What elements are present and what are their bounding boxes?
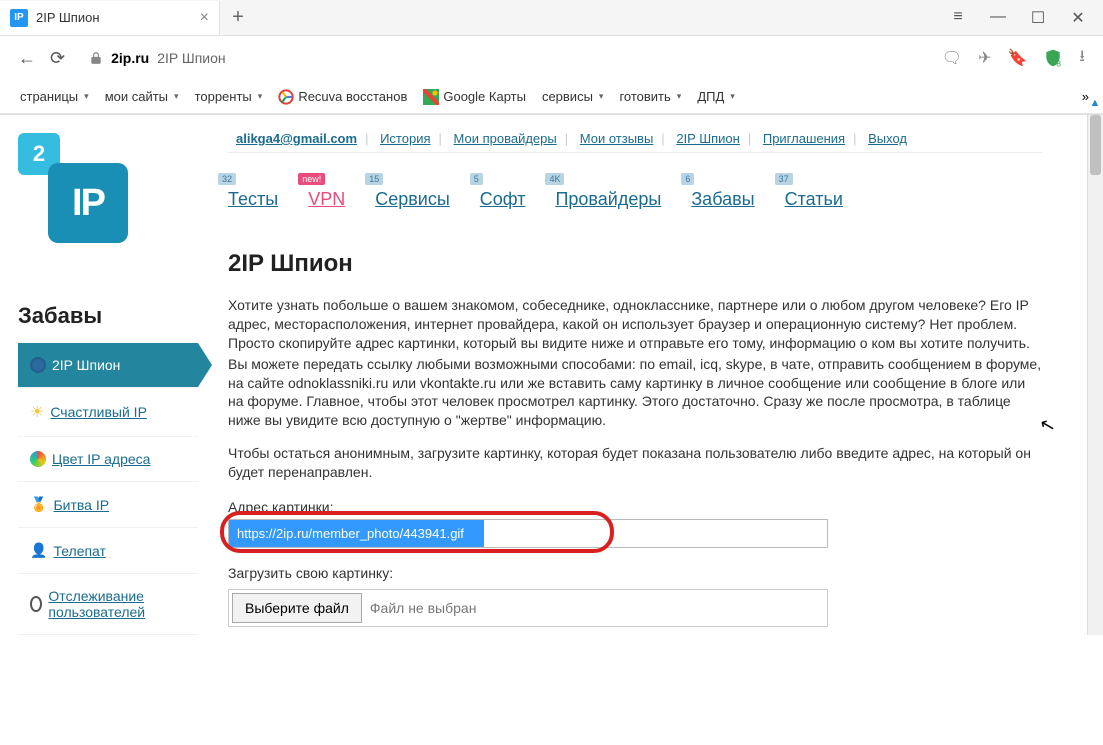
shield-icon[interactable]: 8 <box>1043 48 1063 68</box>
nav-providers[interactable]: Мои провайдеры <box>454 131 557 146</box>
bookmark-icon[interactable]: 🔖 <box>1007 48 1027 68</box>
badge: 4K <box>545 173 564 185</box>
download-icon[interactable]: ⭳ <box>1079 45 1085 72</box>
nav-reviews[interactable]: Мои отзывы <box>580 131 654 146</box>
sun-icon: ☀ <box>30 402 44 422</box>
window-controls: ≡ — ☐ ✕ <box>933 8 1103 28</box>
new-tab-button[interactable]: + <box>220 6 256 29</box>
color-ball-icon <box>30 451 46 467</box>
badge: 32 <box>218 173 236 185</box>
address-bar: ← ⟳ 2ip.ru 2IP Шпион 🗨 ✈ 🔖 8 ⭳ <box>0 36 1103 80</box>
lock-icon <box>89 51 103 65</box>
content-body: Хотите узнать побольше о вашем знакомом,… <box>228 296 1043 627</box>
site-logo[interactable]: 2 IP <box>18 133 128 243</box>
badge-new: new! <box>298 173 325 185</box>
bookmark-item[interactable]: торренты <box>189 85 269 108</box>
address-bar-icons: 🗨 ✈ 🔖 8 ⭳ <box>942 45 1085 72</box>
sidebar-item-telepath[interactable]: 👤Телепат <box>18 528 198 574</box>
vertical-scrollbar[interactable]: ▲ <box>1087 115 1103 635</box>
badge: 15 <box>365 173 383 185</box>
paragraph: Чтобы остаться анонимным, загрузите карт… <box>228 444 1043 482</box>
tab-bar: IP 2IP Шпион × + ≡ — ☐ ✕ <box>0 0 1103 36</box>
file-input-row: Выберите файл Файл не выбран <box>228 589 828 627</box>
sidebar-item-ip-battle[interactable]: 🏅Битва IP <box>18 482 198 528</box>
browser-chrome: IP 2IP Шпион × + ≡ — ☐ ✕ ← ⟳ 2ip.ru 2IP … <box>0 0 1103 115</box>
reload-icon[interactable]: ⟳ <box>50 48 65 69</box>
send-icon[interactable]: ✈ <box>978 48 991 68</box>
url-field-label: Адрес картинки: <box>228 498 1043 517</box>
browser-tab[interactable]: IP 2IP Шпион × <box>0 1 220 35</box>
bookmark-item[interactable]: Google Карты <box>417 85 532 109</box>
globe-icon <box>30 357 46 373</box>
bookmark-item[interactable]: Recuva восстанов <box>272 85 413 109</box>
badge: 6 <box>681 173 694 185</box>
bookmarks-bar: страницы мои сайты торренты Recuva восст… <box>0 80 1103 114</box>
badge: 5 <box>470 173 483 185</box>
menu-icon[interactable]: ≡ <box>947 8 969 28</box>
tab-favicon-icon: IP <box>10 9 28 27</box>
translate-icon[interactable]: 🗨 <box>942 48 962 68</box>
nav-soft[interactable]: 5Софт <box>480 177 526 210</box>
sidebar-item-lucky-ip[interactable]: ☀Счастливый IP <box>18 388 198 437</box>
user-nav: alikga4@gmail.com| История| Мои провайде… <box>228 125 1043 153</box>
badge: 37 <box>775 173 793 185</box>
sidebar-item-ip-color[interactable]: Цвет IP адреса <box>18 437 198 482</box>
minimize-icon[interactable]: — <box>987 8 1009 28</box>
nav-history[interactable]: История <box>380 131 430 146</box>
sidebar-title: Забавы <box>18 303 198 329</box>
nav-articles[interactable]: 37Статьи <box>785 177 843 210</box>
bookmark-item[interactable]: готовить <box>613 85 687 108</box>
maps-icon <box>423 89 439 105</box>
nav-providers[interactable]: 4KПровайдеры <box>555 177 661 210</box>
paragraph: Вы можете передать ссылку любыми возможн… <box>228 355 1043 431</box>
nav-invites[interactable]: Приглашения <box>763 131 845 146</box>
nav-vpn[interactable]: new!VPN <box>308 177 345 210</box>
page-content: 2 IP Забавы 2IP Шпион ☀Счастливый IP Цве… <box>0 115 1103 635</box>
url-input[interactable]: 2ip.ru 2IP Шпион <box>79 43 928 73</box>
file-status: Файл не выбран <box>370 600 477 616</box>
maximize-icon[interactable]: ☐ <box>1027 8 1049 28</box>
close-icon[interactable]: × <box>200 9 209 27</box>
nav-logout[interactable]: Выход <box>868 131 907 146</box>
tab-title: 2IP Шпион <box>36 10 192 25</box>
trophy-icon: 🏅 <box>30 496 47 513</box>
back-icon[interactable]: ← <box>18 48 36 69</box>
head-icon: 👤 <box>30 542 47 559</box>
paragraph: Хотите узнать побольше о вашем знакомом,… <box>228 296 1043 353</box>
left-column: 2 IP Забавы 2IP Шпион ☀Счастливый IP Цве… <box>18 125 198 635</box>
bookmark-item[interactable]: страницы <box>14 85 95 108</box>
sidebar-list: 2IP Шпион ☀Счастливый IP Цвет IP адреса … <box>18 343 198 635</box>
url-input-wrap <box>228 519 828 548</box>
bookmark-item[interactable]: мои сайты <box>99 85 185 108</box>
sidebar-item-spy[interactable]: 2IP Шпион <box>18 343 198 388</box>
scroll-up-icon[interactable]: ▲ <box>1087 97 1103 109</box>
bookmark-item[interactable]: сервисы <box>536 85 610 108</box>
google-icon <box>278 89 294 105</box>
url-path: 2IP Шпион <box>157 50 225 66</box>
user-email-link[interactable]: alikga4@gmail.com <box>236 131 357 146</box>
scrollbar-thumb[interactable] <box>1090 115 1101 175</box>
main-nav: 32Тесты new!VPN 15Сервисы 5Софт 4KПровай… <box>228 177 1043 210</box>
target-icon <box>30 596 42 612</box>
main-column: alikga4@gmail.com| История| Мои провайде… <box>198 125 1043 635</box>
logo-ip: IP <box>48 163 128 243</box>
page-title: 2IP Шпион <box>228 250 1043 278</box>
svg-text:8: 8 <box>1057 58 1062 68</box>
url-domain: 2ip.ru <box>111 50 149 66</box>
image-url-input[interactable] <box>228 519 828 548</box>
sidebar-item-tracking[interactable]: Отслеживание пользователей <box>18 574 198 635</box>
bookmark-item[interactable]: ДПД <box>691 85 740 108</box>
nav-fun[interactable]: 6Забавы <box>691 177 754 210</box>
choose-file-button[interactable]: Выберите файл <box>232 593 362 623</box>
nav-services[interactable]: 15Сервисы <box>375 177 450 210</box>
nav-spy[interactable]: 2IP Шпион <box>676 131 740 146</box>
close-window-icon[interactable]: ✕ <box>1067 8 1089 28</box>
nav-tests[interactable]: 32Тесты <box>228 177 278 210</box>
file-field-label: Загрузить свою картинку: <box>228 564 1043 583</box>
